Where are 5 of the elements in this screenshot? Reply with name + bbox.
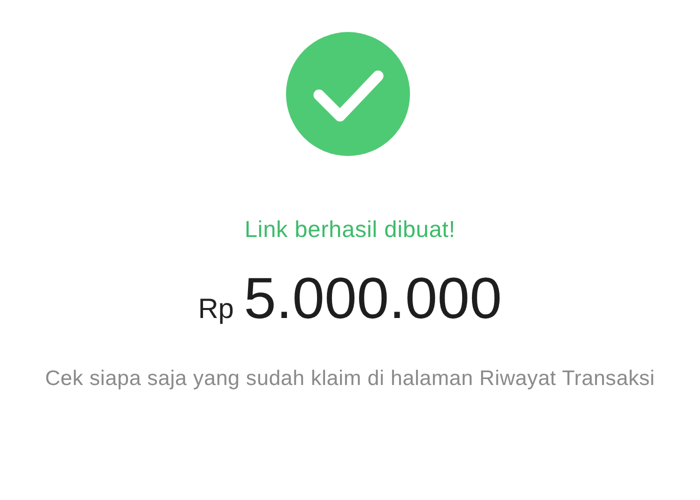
currency-label: Rp [198, 293, 234, 325]
amount-text: 5.000.000 [244, 265, 502, 332]
description-text: Cek siapa saja yang sudah klaim di halaman Riwayat Transaksi [44, 366, 656, 392]
success-message: Link berhasil dibuat! [244, 216, 456, 243]
checkmark-icon [286, 32, 410, 156]
